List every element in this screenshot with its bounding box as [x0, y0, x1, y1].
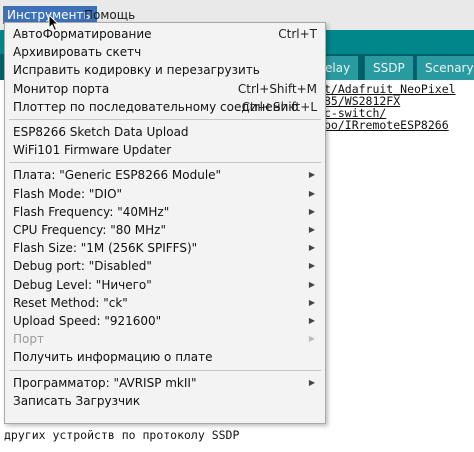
- menu-item[interactable]: Upload Speed: "921600" ▶: [5, 312, 325, 330]
- menu-item[interactable]: Flash Size: "1M (256K SPIFFS)" ▶: [5, 239, 325, 257]
- menu-item[interactable]: Записать Загрузчик: [5, 392, 325, 410]
- menu-item[interactable]: Монитор порта Ctrl+Shift+M: [5, 80, 325, 98]
- menu-item-label: Flash Size: "1M (256K SPIFFS)": [13, 241, 198, 256]
- code-line: других устройств по протоколу SSDP: [4, 428, 240, 442]
- menu-separator: [9, 369, 321, 371]
- menu-item-label: Исправить кодировку и перезагрузить: [13, 63, 260, 78]
- menu-item[interactable]: Получить информацию о плате: [5, 348, 325, 366]
- menu-separator: [9, 119, 321, 120]
- mouse-cursor-icon: [48, 14, 60, 32]
- menu-item-label: Flash Frequency: "40MHz": [13, 204, 170, 219]
- menu-item: Порт ▶: [5, 330, 325, 348]
- menu-item[interactable]: Плоттер по последовательному соединению C…: [5, 98, 325, 116]
- submenu-arrow-icon: ▶: [308, 206, 315, 216]
- tools-dropdown-menu: АвтоФорматирование Ctrl+T Архивировать ске…: [4, 22, 326, 424]
- submenu-arrow-icon: ▶: [308, 261, 315, 271]
- submenu-arrow-icon: ▶: [308, 170, 315, 180]
- menu-item-label: ESP8266 Sketch Data Upload: [13, 125, 189, 139]
- menu-item[interactable]: Debug port: "Disabled" ▶: [5, 257, 325, 275]
- menu-item-label: Программатор: "AVRISP mkII": [13, 375, 197, 390]
- menu-item-shortcut: Ctrl+Shift+L: [241, 99, 317, 114]
- menu-item[interactable]: Исправить кодировку и перезагрузить: [5, 61, 325, 79]
- menu-item-label: Reset Method: "ck": [13, 295, 128, 310]
- menu-item-shortcut: Ctrl+Shift+M: [237, 81, 317, 96]
- submenu-arrow-icon: ▶: [308, 279, 315, 289]
- tab-ssdp[interactable]: SSDP: [364, 56, 413, 80]
- menu-item-label: Порт: [13, 332, 44, 347]
- submenu-arrow-icon: ▶: [308, 377, 315, 387]
- submenu-arrow-icon: ▶: [308, 243, 315, 253]
- menu-item-label: Upload Speed: "921600": [13, 314, 162, 328]
- menu-item-label: Плата: "Generic ESP8266 Module": [13, 168, 222, 183]
- menu-item-label: Debug port: "Disabled": [13, 259, 152, 274]
- menu-item[interactable]: Flash Mode: "DIO" ▶: [5, 185, 325, 203]
- submenu-arrow-icon: ▶: [308, 188, 315, 198]
- tab-scenary[interactable]: Scenary: [416, 56, 474, 80]
- menu-item[interactable]: Debug Level: "Ничего" ▶: [5, 276, 325, 294]
- menu-item-label: Debug Level: "Ничего": [13, 277, 152, 292]
- menu-item-label: Получить информацию о плате: [13, 350, 213, 365]
- menu-item[interactable]: ESP8266 Sketch Data Upload: [5, 123, 325, 141]
- submenu-arrow-icon: ▶: [308, 297, 315, 307]
- menu-item[interactable]: Архивировать скетч: [5, 43, 325, 61]
- menu-item[interactable]: WiFi101 Firmware Updater: [5, 141, 325, 159]
- menu-item-label: Flash Mode: "DIO": [13, 186, 123, 201]
- menu-item[interactable]: CPU Frequency: "80 MHz" ▶: [5, 221, 325, 239]
- submenu-arrow-icon: ▶: [308, 225, 315, 234]
- menu-item-label: Записать Загрузчик: [13, 393, 141, 408]
- menu-item-label: CPU Frequency: "80 MHz": [13, 223, 166, 237]
- menu-item[interactable]: Reset Method: "ck" ▶: [5, 294, 325, 312]
- code-line: bo/IRremoteESP8266: [324, 118, 449, 132]
- menu-item-label: АвтоФорматирование: [13, 27, 152, 41]
- menu-item-shortcut: Ctrl+T: [278, 27, 317, 41]
- menu-item-label: WiFi101 Firmware Updater: [13, 143, 172, 158]
- submenu-arrow-icon: ▶: [308, 316, 315, 325]
- submenu-arrow-icon: ▶: [308, 334, 315, 344]
- menu-item[interactable]: Программатор: "AVRISP mkII" ▶: [5, 374, 325, 392]
- menu-separator: [9, 162, 321, 164]
- menu-item[interactable]: Flash Frequency: "40MHz" ▶: [5, 203, 325, 221]
- menu-item-label: Монитор порта: [13, 81, 110, 96]
- menu-item[interactable]: Плата: "Generic ESP8266 Module" ▶: [5, 166, 325, 184]
- menu-item-label: Архивировать скетч: [13, 45, 142, 60]
